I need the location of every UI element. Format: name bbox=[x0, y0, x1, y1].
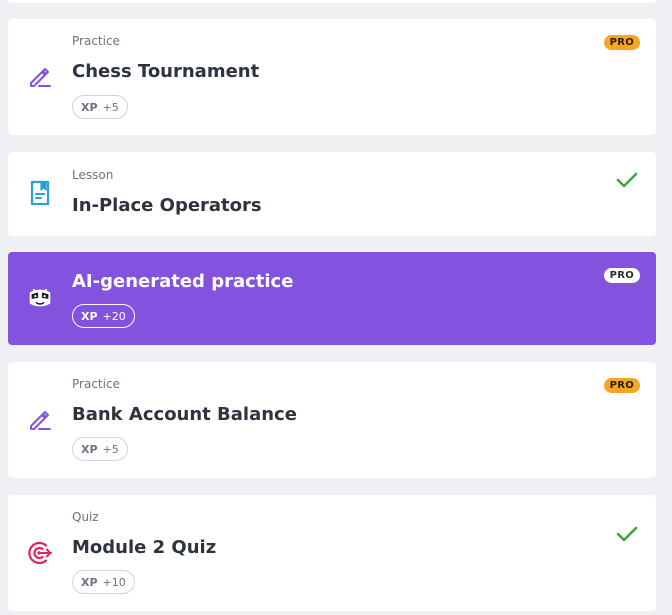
previous-card-edge bbox=[8, 0, 656, 3]
xp-label: XP bbox=[81, 442, 98, 456]
xp-pill: XP +5 bbox=[72, 95, 128, 119]
pro-badge: PRO bbox=[603, 268, 640, 283]
item-title[interactable]: AI-generated practice bbox=[72, 271, 293, 292]
item-type-label: Lesson bbox=[72, 168, 114, 182]
target-icon bbox=[26, 539, 54, 567]
pencil-icon bbox=[26, 406, 54, 434]
pro-badge: PRO bbox=[603, 35, 640, 50]
practice-card-chess-tournament[interactable]: Practice Chess Tournament XP +5 PRO bbox=[8, 19, 656, 135]
item-title[interactable]: Module 2 Quiz bbox=[72, 537, 216, 558]
item-type-label: Practice bbox=[72, 377, 120, 391]
item-title[interactable]: In-Place Operators bbox=[72, 195, 262, 216]
xp-pill: XP +5 bbox=[72, 437, 128, 461]
xp-pill: XP +10 bbox=[72, 570, 135, 594]
xp-label: XP bbox=[81, 309, 98, 323]
lesson-book-icon bbox=[26, 179, 54, 207]
xp-pill: XP +20 bbox=[72, 304, 135, 328]
pencil-icon bbox=[26, 63, 54, 91]
xp-value: +5 bbox=[102, 100, 119, 114]
lesson-card-in-place-operators[interactable]: Lesson In-Place Operators bbox=[8, 152, 656, 236]
xp-label: XP bbox=[81, 100, 98, 114]
ai-bot-icon bbox=[26, 284, 54, 312]
xp-value: +20 bbox=[102, 309, 126, 323]
item-title[interactable]: Bank Account Balance bbox=[72, 404, 297, 425]
check-icon bbox=[616, 172, 638, 188]
item-type-label: Practice bbox=[72, 34, 120, 48]
practice-card-bank-account-balance[interactable]: Practice Bank Account Balance XP +5 PRO bbox=[8, 362, 656, 478]
ai-practice-card[interactable]: AI-generated practice XP +20 PRO bbox=[8, 252, 656, 345]
xp-label: XP bbox=[81, 575, 98, 589]
pro-badge: PRO bbox=[603, 378, 640, 393]
item-type-label: Quiz bbox=[72, 510, 99, 524]
learning-path-list: Practice Chess Tournament XP +5 PRO Less… bbox=[0, 0, 672, 615]
item-title[interactable]: Chess Tournament bbox=[72, 61, 259, 82]
quiz-card-module-2-quiz[interactable]: Quiz Module 2 Quiz XP +10 bbox=[8, 495, 656, 611]
check-icon bbox=[616, 526, 638, 542]
xp-value: +5 bbox=[102, 442, 119, 456]
xp-value: +10 bbox=[102, 575, 126, 589]
